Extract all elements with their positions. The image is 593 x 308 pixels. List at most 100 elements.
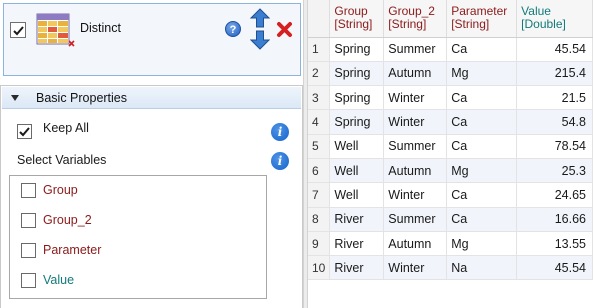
table-cell[interactable]: Spring — [329, 61, 385, 87]
table-cell[interactable]: Spring — [329, 109, 385, 135]
table-cell[interactable]: Autumn — [383, 61, 448, 87]
row-index: 1 — [308, 37, 331, 62]
table-cell[interactable]: 24.65 — [516, 182, 593, 208]
select-variables-label: Select Variables — [17, 153, 107, 167]
basic-properties-header[interactable]: Basic Properties — [2, 87, 301, 109]
table-cell[interactable]: Spring — [329, 37, 385, 62]
table-cell[interactable]: Autumn — [383, 231, 448, 257]
list-item[interactable]: Group_2 — [10, 206, 266, 236]
variable-checkbox[interactable] — [21, 243, 36, 258]
row-index: 2 — [308, 61, 331, 87]
table-cell[interactable]: Mg — [446, 61, 518, 87]
table-cell[interactable]: Ca — [446, 37, 518, 62]
table-cell[interactable]: Spring — [329, 85, 385, 111]
variable-checkbox[interactable] — [21, 213, 36, 228]
table-distinct-icon — [36, 13, 75, 47]
table-header-row: Group [String] Group_2 [String] Paramete… — [308, 0, 593, 38]
table-cell[interactable]: Well — [329, 158, 385, 184]
question-circle-icon[interactable]: ? — [225, 21, 241, 37]
keep-all-checkbox[interactable] — [17, 124, 32, 139]
column-header[interactable]: Parameter [String] — [446, 0, 518, 38]
info-icon[interactable]: i — [271, 123, 289, 141]
table-cell[interactable]: River — [329, 255, 385, 281]
close-icon[interactable] — [276, 21, 293, 38]
table-cell[interactable]: Mg — [446, 231, 518, 257]
table-row[interactable]: 4 Spring Winter Ca 54.8 — [308, 109, 593, 135]
table-row[interactable]: 2 Spring Autumn Mg 215.4 — [308, 61, 593, 87]
variable-label: Group — [43, 183, 78, 197]
table-cell[interactable]: Summer — [383, 207, 448, 232]
column-name: Parameter — [451, 4, 508, 18]
table-row[interactable]: 7 Well Winter Ca 24.65 — [308, 182, 593, 208]
row-index: 4 — [308, 109, 331, 135]
list-item[interactable]: Parameter — [10, 236, 266, 266]
row-index: 7 — [308, 182, 331, 208]
table-cell[interactable]: 13.55 — [516, 231, 593, 257]
table-row[interactable]: 6 Well Autumn Mg 25.3 — [308, 158, 593, 184]
section-title: Basic Properties — [36, 91, 128, 105]
table-cell[interactable]: Mg — [446, 158, 518, 184]
row-index-header — [308, 0, 331, 38]
table-cell[interactable]: River — [329, 231, 385, 257]
table-cell[interactable]: Na — [446, 255, 518, 281]
arrow-up-icon[interactable] — [250, 8, 270, 28]
table-cell[interactable]: Ca — [446, 109, 518, 135]
arrow-down-icon[interactable] — [250, 30, 270, 50]
table-row[interactable]: 5 Well Summer Ca 78.54 — [308, 134, 593, 159]
table-cell[interactable]: Ca — [446, 182, 518, 208]
table-cell[interactable]: Ca — [446, 85, 518, 111]
variables-list[interactable]: Group Group_2 Parameter Value — [9, 175, 267, 299]
properties-panel: Basic Properties Keep All i Select Varia… — [0, 85, 303, 308]
table-cell[interactable]: 21.5 — [516, 85, 593, 111]
table-row[interactable]: 8 River Summer Ca 16.66 — [308, 207, 593, 232]
variable-checkbox[interactable] — [21, 273, 36, 288]
node-card[interactable]: Distinct ? — [3, 3, 301, 76]
table-cell[interactable]: 45.54 — [516, 255, 593, 281]
list-item[interactable]: Group — [10, 176, 266, 206]
row-index: 8 — [308, 207, 331, 232]
table-cell[interactable]: Ca — [446, 134, 518, 159]
table-cell[interactable]: 45.54 — [516, 37, 593, 62]
row-index: 5 — [308, 134, 331, 159]
keep-all-label: Keep All — [43, 121, 89, 135]
table-cell[interactable]: Winter — [383, 255, 448, 281]
left-panel: Distinct ? Basic Properties Keep All i S… — [0, 0, 303, 308]
table-row[interactable]: 10 River Winter Na 45.54 — [308, 255, 593, 281]
table-cell[interactable]: Winter — [383, 109, 448, 135]
table-cell[interactable]: Well — [329, 182, 385, 208]
results-table: Group [String] Group_2 [String] Paramete… — [308, 0, 593, 281]
table-cell[interactable]: 78.54 — [516, 134, 593, 159]
row-index: 3 — [308, 85, 331, 111]
table-cell[interactable]: 25.3 — [516, 158, 593, 184]
column-header[interactable]: Value [Double] — [516, 0, 593, 38]
table-cell[interactable]: 54.8 — [516, 109, 593, 135]
column-header[interactable]: Group [String] — [329, 0, 385, 38]
info-icon[interactable]: i — [271, 152, 289, 170]
table-cell[interactable]: Well — [329, 134, 385, 159]
chevron-down-icon[interactable] — [10, 93, 20, 103]
checkmark-icon — [13, 26, 24, 36]
variable-checkbox[interactable] — [21, 183, 36, 198]
column-name: Value — [521, 4, 551, 18]
column-type: [String] — [334, 17, 373, 31]
node-enable-checkbox[interactable] — [10, 22, 26, 38]
table-cell[interactable]: Winter — [383, 85, 448, 111]
table-row[interactable]: 1 Spring Summer Ca 45.54 — [308, 37, 593, 62]
table-cell[interactable]: Summer — [383, 37, 448, 62]
table-cell[interactable]: River — [329, 207, 385, 232]
data-grid: Group [String] Group_2 [String] Paramete… — [308, 0, 593, 308]
table-cell[interactable]: Autumn — [383, 158, 448, 184]
variable-label: Value — [43, 273, 75, 287]
column-type: [String] — [388, 17, 427, 31]
table-cell[interactable]: Summer — [383, 134, 448, 159]
table-cell[interactable]: Winter — [383, 182, 448, 208]
column-name: Group_2 — [388, 4, 435, 18]
column-header[interactable]: Group_2 [String] — [383, 0, 448, 38]
node-title: Distinct — [80, 21, 121, 35]
table-row[interactable]: 3 Spring Winter Ca 21.5 — [308, 85, 593, 111]
table-row[interactable]: 9 River Autumn Mg 13.55 — [308, 231, 593, 257]
table-cell[interactable]: 16.66 — [516, 207, 593, 232]
list-item[interactable]: Value — [10, 266, 266, 296]
table-cell[interactable]: 215.4 — [516, 61, 593, 87]
table-cell[interactable]: Ca — [446, 207, 518, 232]
